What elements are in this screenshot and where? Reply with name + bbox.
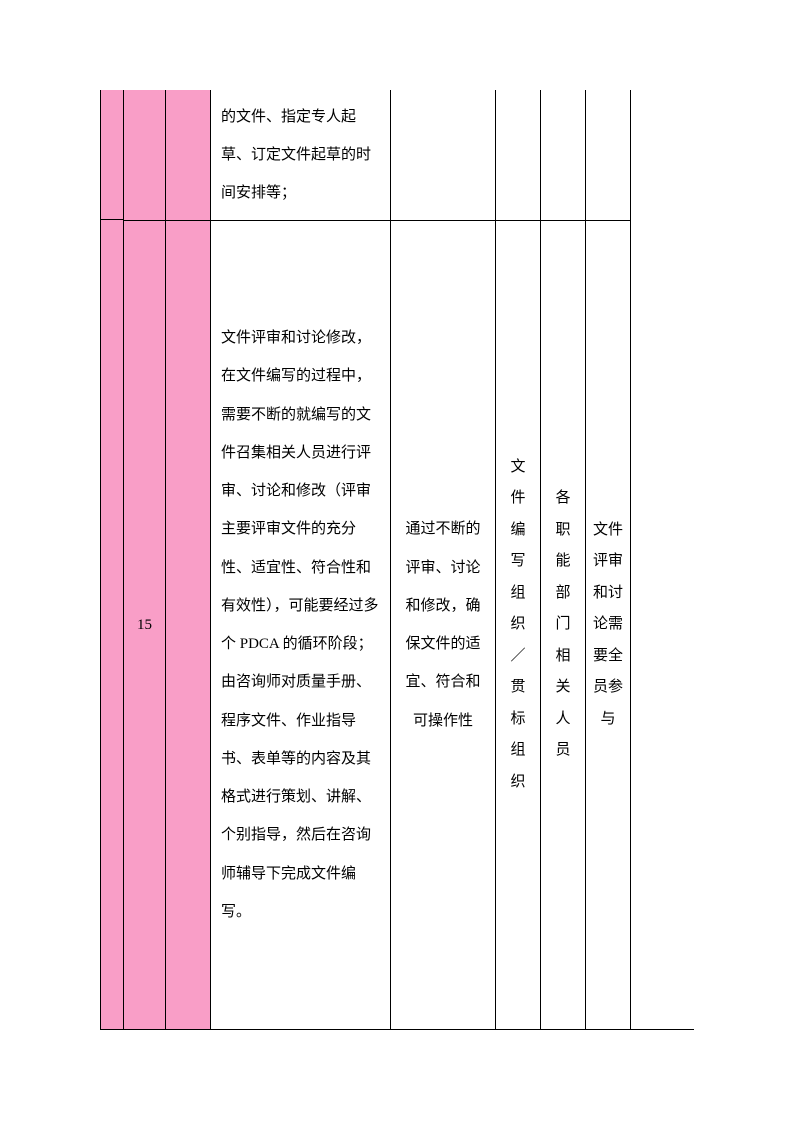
cell-4-top: 的文件、指定专人起草、订定文件起草的时间安排等；	[211, 90, 390, 220]
organization-text: 文件编写组织／贯标组织	[500, 452, 536, 799]
cell-7-bottom: 各职能部门相关人员	[541, 220, 585, 1029]
column-6-organization: 文件编写组织／贯标组织	[496, 90, 541, 1029]
cell-5-bottom: 通过不断的评审、讨论和修改，确保文件的适宜、符合和可操作性	[391, 220, 495, 1029]
page-container: 15 的文件、指定专人起草、订定文件起草的时间安排等； 文件评审和讨论修改，在文…	[0, 0, 794, 1123]
column-4-description: 的文件、指定专人起草、订定文件起草的时间安排等； 文件评审和讨论修改，在文件编写…	[211, 90, 391, 1029]
cell-3-top	[166, 90, 210, 220]
cell-6-top	[496, 90, 540, 220]
column-5-purpose: 通过不断的评审、讨论和修改，确保文件的适宜、符合和可操作性	[391, 90, 496, 1029]
column-2-row-number: 15	[124, 90, 166, 1029]
cell-3-bottom	[166, 220, 210, 1029]
data-table: 15 的文件、指定专人起草、订定文件起草的时间安排等； 文件评审和讨论修改，在文…	[100, 90, 694, 1030]
cell-4-bottom: 文件评审和讨论修改，在文件编写的过程中，需要不断的就编写的文件召集相关人员进行评…	[211, 220, 390, 1029]
cell-6-bottom: 文件编写组织／贯标组织	[496, 220, 540, 1029]
cell-8-bottom: 文件评审和讨论需要全员参与	[586, 220, 630, 1029]
cell-2-top	[124, 90, 165, 220]
description-top-text: 的文件、指定专人起草、订定文件起草的时间安排等；	[221, 98, 380, 213]
cell-8-top	[586, 90, 630, 220]
cell-1-bottom	[101, 220, 123, 1029]
column-8-remarks: 文件评审和讨论需要全员参与	[586, 90, 631, 1029]
cell-1-top	[101, 90, 123, 220]
cell-row-number: 15	[124, 220, 165, 1029]
row-number-text: 15	[128, 606, 161, 645]
personnel-text: 各职能部门相关人员	[545, 483, 581, 767]
column-7-personnel: 各职能部门相关人员	[541, 90, 586, 1029]
description-bottom-text: 文件评审和讨论修改，在文件编写的过程中，需要不断的就编写的文件召集相关人员进行评…	[221, 319, 380, 931]
cell-7-top	[541, 90, 585, 220]
remarks-text: 文件评审和讨论需要全员参与	[590, 515, 626, 736]
cell-5-top	[391, 90, 495, 220]
column-3	[166, 90, 211, 1029]
column-1	[100, 90, 124, 1029]
purpose-text: 通过不断的评审、讨论和修改，确保文件的适宜、符合和可操作性	[399, 510, 487, 740]
